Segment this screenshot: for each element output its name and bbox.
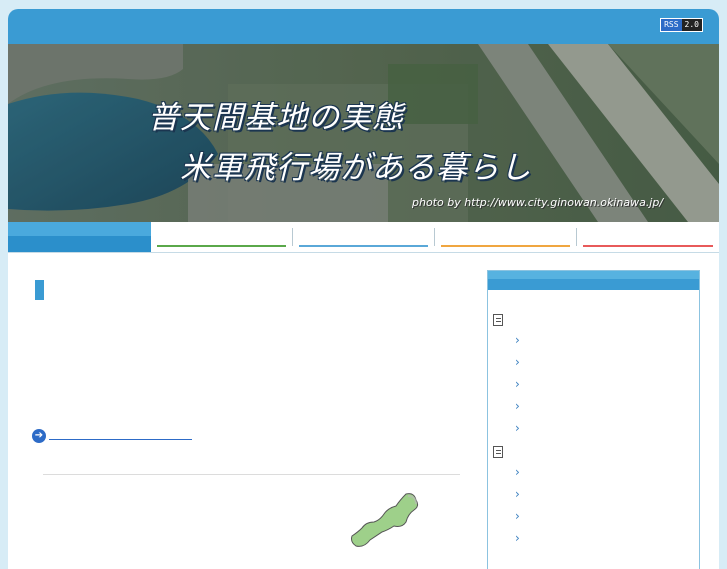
rss-badge[interactable]: RSS 2.0 (660, 18, 703, 32)
chevron-right-icon[interactable]: › (515, 466, 520, 478)
section-heading-marker (35, 280, 44, 300)
banner-title-line1: 普天間基地の実態 (148, 100, 404, 136)
page-frame: RSS 2.0 普天間基地の実態 米軍飛行場がある暮らし photo by ht… (8, 9, 719, 569)
chevron-right-icon[interactable]: › (515, 378, 520, 390)
nav-tab-5[interactable] (577, 222, 719, 252)
chevron-right-icon[interactable]: › (515, 422, 520, 434)
chevron-right-icon[interactable]: › (515, 400, 520, 412)
nav-tab-2[interactable] (151, 222, 292, 252)
rss-label: RSS (661, 19, 682, 31)
chevron-right-icon[interactable]: › (515, 510, 520, 522)
chevron-right-icon[interactable]: › (515, 356, 520, 368)
banner-aerial-photo: 普天間基地の実態 米軍飛行場がある暮らし photo by http://www… (8, 44, 719, 222)
photo-credit: photo by http://www.city.ginowan.okinawa… (412, 196, 664, 209)
chevron-right-icon[interactable]: › (515, 334, 520, 346)
document-icon (493, 314, 503, 326)
chevron-right-icon[interactable]: › (515, 488, 520, 500)
sidebar-panel: › › › › › › › › › (487, 270, 700, 569)
content-divider (43, 474, 460, 475)
nav-tab-4[interactable] (435, 222, 576, 252)
main-content: ➔ › › › › › › › › › (8, 254, 719, 569)
main-nav (8, 222, 719, 253)
nav-tab-1[interactable] (8, 222, 151, 252)
sidebar-header (488, 271, 699, 290)
arrow-right-icon: ➔ (32, 429, 46, 443)
chevron-right-icon[interactable]: › (515, 532, 520, 544)
okinawa-map-icon (351, 493, 419, 547)
nav-tab-3[interactable] (293, 222, 434, 252)
top-bar: RSS 2.0 (8, 9, 719, 44)
rss-version: 2.0 (681, 19, 702, 31)
link-underline (49, 438, 192, 440)
banner-title-line2: 米軍飛行場がある暮らし (180, 150, 532, 186)
more-link[interactable]: ➔ (32, 429, 192, 443)
document-icon (493, 446, 503, 458)
